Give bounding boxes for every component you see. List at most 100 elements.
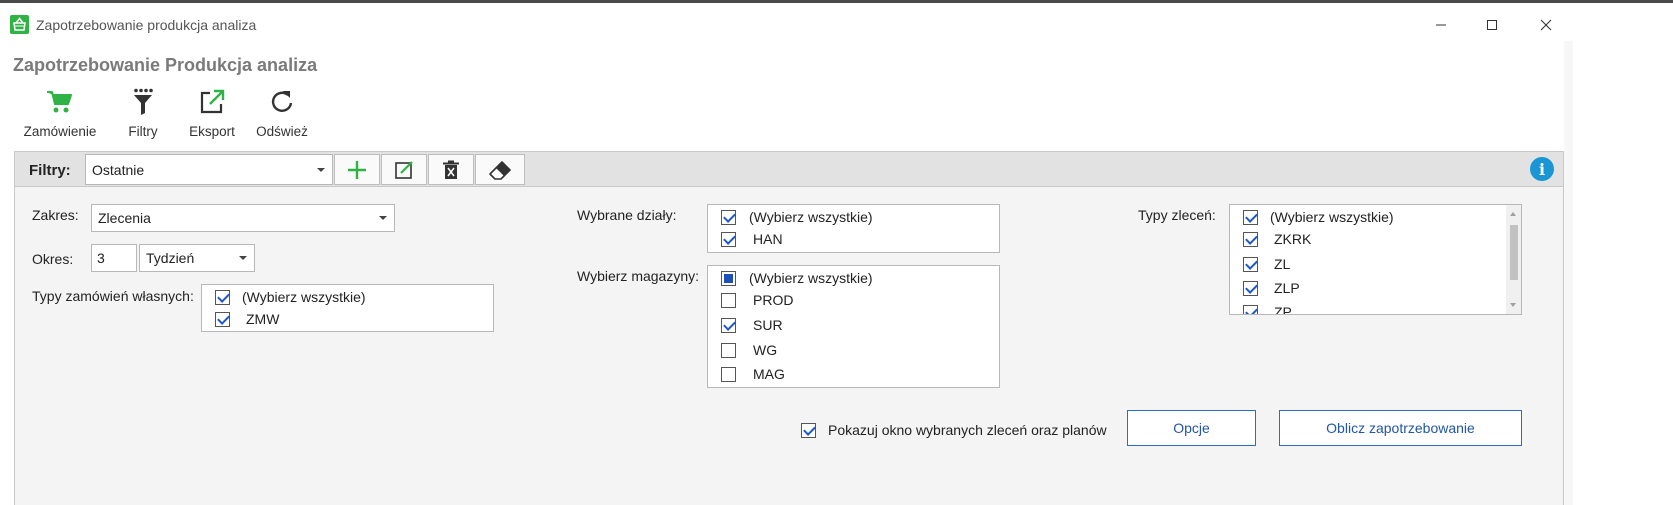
scroll-down-icon xyxy=(1510,303,1516,307)
zakres-label: Zakres: xyxy=(32,207,79,223)
okres-number-input[interactable]: 3 xyxy=(91,244,137,272)
list-item-label: ZKRK xyxy=(1274,231,1312,247)
list-item-label: MAG xyxy=(753,366,785,382)
list-item[interactable]: (Wybierz wszystkie) xyxy=(721,268,873,288)
list-scrollbar[interactable] xyxy=(1506,205,1521,314)
close-button[interactable] xyxy=(1523,11,1569,39)
filter-bar-label: Filtry: xyxy=(29,162,71,179)
dzialy-list: (Wybierz wszystkie) HAN xyxy=(707,204,1000,253)
order-label: Zamówienie xyxy=(23,124,97,139)
chevron-down-icon xyxy=(379,216,387,220)
list-item[interactable]: ZMW xyxy=(215,309,279,329)
close-icon xyxy=(1540,19,1552,31)
list-item-label: (Wybierz wszystkie) xyxy=(749,209,873,225)
export-label: Eksport xyxy=(189,124,235,139)
checkbox[interactable] xyxy=(215,311,230,327)
checkbox[interactable] xyxy=(721,231,736,247)
delete-filter-button[interactable] xyxy=(428,154,474,185)
info-icon[interactable]: i xyxy=(1530,157,1554,181)
list-item-label: (Wybierz wszystkie) xyxy=(749,270,873,286)
saved-filter-select[interactable]: Ostatnie xyxy=(85,154,333,185)
list-item[interactable]: (Wybierz wszystkie) xyxy=(721,207,873,227)
typy-zlecen-list: (Wybierz wszystkie) ZKRK ZL ZLP ZP xyxy=(1229,204,1522,315)
checkbox[interactable] xyxy=(721,342,736,358)
list-item-label: ZL xyxy=(1274,256,1291,272)
refresh-label: Odśwież xyxy=(256,124,308,139)
list-item[interactable]: MAG xyxy=(721,364,785,384)
checkbox[interactable] xyxy=(721,292,736,308)
add-filter-button[interactable] xyxy=(334,154,380,185)
checkbox[interactable] xyxy=(1243,231,1258,247)
title-bar: Zapotrzebowanie produkcja analiza xyxy=(0,3,1673,41)
list-item[interactable]: (Wybierz wszystkie) xyxy=(1243,207,1394,227)
window-scrollbar[interactable] xyxy=(1564,41,1573,505)
plus-icon xyxy=(348,160,366,179)
basket-icon xyxy=(10,15,29,34)
maximize-button[interactable] xyxy=(1469,11,1515,39)
list-item-label: ZLP xyxy=(1274,280,1300,296)
typy-zlecen-label: Typy zleceń: xyxy=(1138,207,1216,223)
cart-icon xyxy=(46,86,74,118)
list-item-label: (Wybierz wszystkie) xyxy=(242,289,366,305)
list-item[interactable]: ZKRK xyxy=(1243,229,1311,249)
list-item-label: (Wybierz wszystkie) xyxy=(1270,209,1394,225)
filter-panel: Filtry: Ostatnie i Zakres: Zlecenia Okre… xyxy=(14,151,1564,505)
checkbox[interactable] xyxy=(1243,209,1258,225)
magazyny-list: (Wybierz wszystkie) PROD SUR WG MAG xyxy=(707,265,1000,388)
list-item-label: SUR xyxy=(753,317,783,333)
list-item[interactable]: (Wybierz wszystkie) xyxy=(215,287,366,307)
chevron-down-icon xyxy=(239,256,247,260)
filters-label: Filtry xyxy=(128,124,158,139)
checkbox[interactable] xyxy=(1243,280,1258,296)
external-link-icon xyxy=(199,86,225,118)
edit-icon xyxy=(395,160,413,179)
saved-filter-value: Ostatnie xyxy=(92,161,145,178)
list-item[interactable]: WG xyxy=(721,340,777,360)
order-button[interactable]: Zamówienie xyxy=(22,86,98,139)
clear-filter-button[interactable] xyxy=(475,154,525,185)
checkbox[interactable] xyxy=(721,366,736,382)
calculate-button[interactable]: Oblicz zapotrzebowanie xyxy=(1279,410,1522,446)
filters-button[interactable]: Filtry xyxy=(118,86,168,139)
trash-icon xyxy=(443,160,459,179)
typy-zamowien-label: Typy zamówień własnych: xyxy=(32,288,194,304)
list-item[interactable]: HAN xyxy=(721,229,783,249)
options-button[interactable]: Opcje xyxy=(1127,410,1256,446)
minimize-icon xyxy=(1436,24,1446,26)
export-button[interactable]: Eksport xyxy=(184,86,240,139)
funnel-icon xyxy=(132,86,154,118)
pokazuj-checkbox[interactable] xyxy=(801,422,816,438)
magazyny-label: Wybierz magazyny: xyxy=(577,268,700,284)
filter-bar: Filtry: Ostatnie i xyxy=(15,152,1563,187)
okres-unit-select[interactable]: Tydzień xyxy=(139,244,255,272)
list-item-label: ZMW xyxy=(246,311,280,327)
list-item-label: WG xyxy=(753,342,778,358)
checkbox[interactable] xyxy=(721,317,736,333)
list-item-label: ZP xyxy=(1274,304,1292,315)
checkbox[interactable] xyxy=(1243,304,1258,314)
list-item[interactable]: ZP xyxy=(1243,302,1292,315)
scrollbar-thumb[interactable] xyxy=(1510,225,1518,280)
okres-unit-value: Tydzień xyxy=(146,250,195,266)
checkbox[interactable] xyxy=(721,209,736,225)
window-title: Zapotrzebowanie produkcja analiza xyxy=(36,17,257,33)
refresh-icon xyxy=(269,86,295,118)
list-item[interactable]: SUR xyxy=(721,315,783,335)
checkbox[interactable] xyxy=(1243,256,1258,272)
typy-zamowien-list: (Wybierz wszystkie) ZMW xyxy=(201,284,494,332)
list-item[interactable]: ZL xyxy=(1243,254,1290,274)
pokazuj-checkbox-row[interactable]: Pokazuj okno wybranych zleceń oraz planó… xyxy=(801,420,1107,440)
maximize-icon xyxy=(1487,20,1497,30)
pokazuj-label: Pokazuj okno wybranych zleceń oraz planó… xyxy=(828,422,1107,438)
edit-filter-button[interactable] xyxy=(381,154,427,185)
list-item[interactable]: ZLP xyxy=(1243,278,1300,298)
checkbox[interactable] xyxy=(215,289,230,305)
list-item[interactable]: PROD xyxy=(721,290,793,310)
zakres-select[interactable]: Zlecenia xyxy=(91,204,395,232)
refresh-button[interactable]: Odśwież xyxy=(254,86,310,139)
dzialy-label: Wybrane działy: xyxy=(577,207,677,223)
zakres-value: Zlecenia xyxy=(98,210,151,226)
checkbox[interactable] xyxy=(721,270,736,286)
minimize-button[interactable] xyxy=(1418,11,1464,39)
page-title: Zapotrzebowanie Produkcja analiza xyxy=(13,55,318,75)
